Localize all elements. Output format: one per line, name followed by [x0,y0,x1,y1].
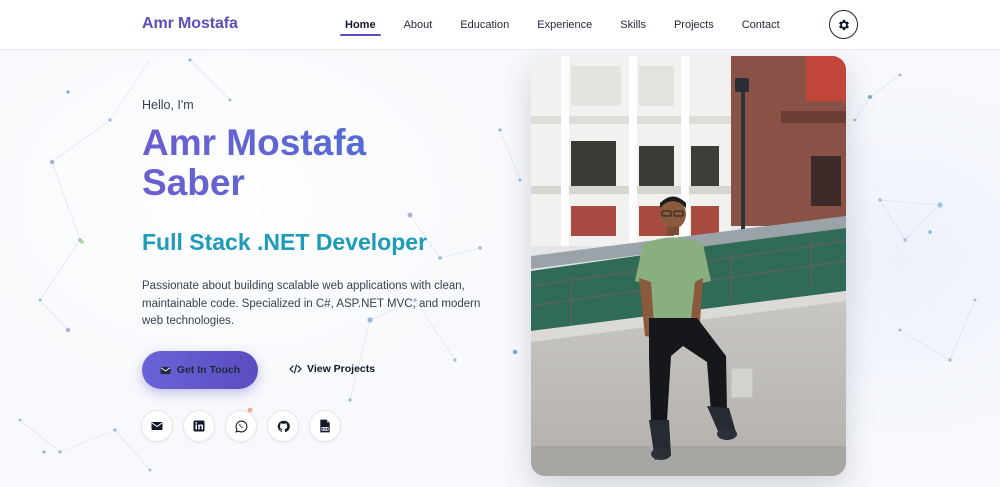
whatsapp-social-button[interactable] [225,410,257,442]
hero-section: Hello, I'm Amr Mostafa Saber Full Stack … [0,50,1000,487]
theme-toggle-button[interactable] [829,10,858,39]
hero-role: Full Stack .NET Developer [142,229,428,255]
profile-photo [531,56,846,476]
profile-photo-illustration [531,56,846,476]
envelope-icon [160,366,171,374]
hero-description: Passionate about building scalable web a… [142,280,481,327]
pdf-icon [320,419,330,433]
view-projects-label: View Projects [307,363,376,375]
nav-link-home[interactable]: Home [331,0,390,50]
brand-logo-text[interactable]: Amr Mostafa [142,15,238,33]
nav-link-contact[interactable]: Contact [728,0,794,50]
nav-link-projects[interactable]: Projects [660,0,728,50]
linkedin-social-button[interactable] [183,410,215,442]
get-in-touch-label: Get In Touch [176,364,241,376]
envelope-icon [151,422,163,430]
nav-link-education[interactable]: Education [446,0,523,50]
gear-icon [838,19,849,30]
nav-link-experience[interactable]: Experience [523,0,606,50]
email-social-button[interactable] [141,410,173,442]
main-nav: Home About Education Experience Skills P… [331,0,794,50]
view-projects-button[interactable]: View Projects [289,363,375,375]
github-social-button[interactable] [267,410,299,442]
top-navbar: Amr Mostafa Home About Education Experie… [0,0,1000,50]
whatsapp-icon [234,420,247,433]
social-links [141,410,341,442]
code-icon [289,364,302,374]
nav-link-about[interactable]: About [390,0,447,50]
resume-pdf-button[interactable] [309,410,341,442]
get-in-touch-button[interactable]: Get In Touch [142,351,258,389]
github-icon [277,420,290,432]
hero-name: Amr Mostafa Saber [142,123,442,203]
hero-greeting: Hello, I'm [142,98,194,112]
nav-link-skills[interactable]: Skills [606,0,660,50]
linkedin-icon [193,420,205,432]
